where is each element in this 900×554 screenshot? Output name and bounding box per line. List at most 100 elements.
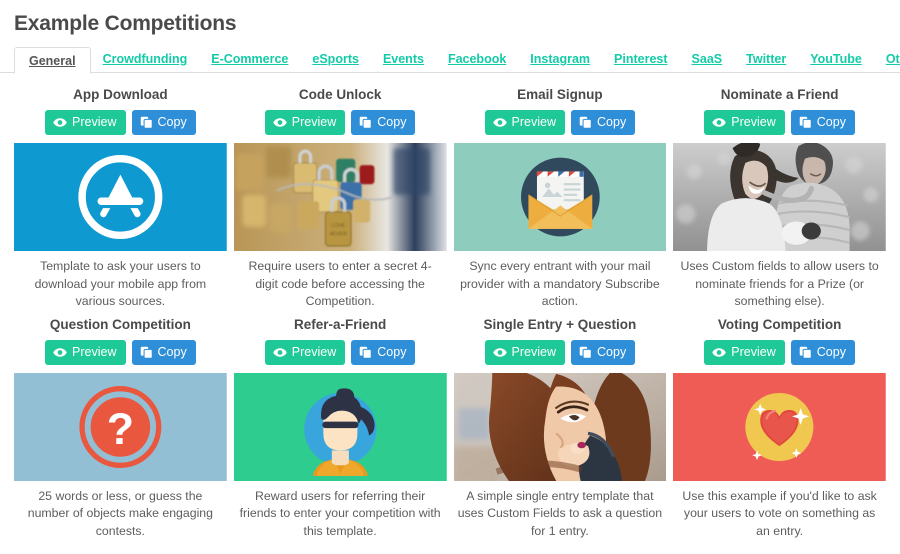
preview-button[interactable]: Preview: [484, 110, 566, 135]
copy-button[interactable]: Copy: [790, 339, 855, 365]
copy-icon: [799, 346, 812, 359]
copy-icon: [799, 116, 812, 129]
card-description: Use this example if you'd like to ask yo…: [682, 488, 877, 538]
tab-other-networks[interactable]: Other Networks: [874, 46, 900, 73]
page-root: Example Competitions General Crowdfunding…: [0, 0, 900, 554]
template-card-email-signup: Email Signup Preview Copy Sync every entran…: [453, 81, 667, 311]
card-thumbnail-couple-photo[interactable]: [673, 143, 886, 251]
preview-button[interactable]: Preview: [484, 339, 566, 365]
eye-icon: [273, 117, 287, 128]
copy-icon: [579, 346, 592, 359]
card-thumbnail-heart-badge-icon[interactable]: [673, 372, 886, 481]
preview-button-label: Preview: [731, 344, 776, 359]
card-title: App Download: [73, 87, 168, 102]
tab-esports[interactable]: eSports: [300, 46, 371, 73]
page-title: Example Competitions: [14, 12, 237, 35]
card-actions: Preview Copy: [234, 339, 447, 365]
copy-button-label: Copy: [157, 115, 187, 130]
tab-saas[interactable]: SaaS: [680, 46, 735, 73]
card-actions: Preview Copy: [14, 110, 227, 135]
card-thumbnail-open-envelope-icon[interactable]: [453, 143, 667, 251]
card-title: Refer-a-Friend: [293, 316, 387, 332]
template-card-refer-a-friend: Refer-a-Friend Preview Copy Reward users fo…: [233, 311, 447, 541]
preview-button[interactable]: Preview: [264, 110, 346, 135]
copy-button-label: Copy: [816, 115, 846, 130]
template-card-question-competition: Question Competition Preview Copy? 25 words…: [14, 311, 227, 541]
tab-youtube[interactable]: YouTube: [798, 46, 874, 73]
card-thumbnail-question-mark-icon[interactable]: ?: [14, 372, 227, 481]
copy-button[interactable]: Copy: [131, 339, 196, 365]
card-actions: Preview Copy: [673, 339, 886, 365]
card-actions: Preview Copy: [673, 110, 886, 135]
copy-button[interactable]: Copy: [571, 110, 636, 135]
tab-facebook[interactable]: Facebook: [436, 46, 518, 73]
card-title: Email Signup: [517, 87, 603, 102]
template-grid: App Download Preview Copy Template to ask y…: [0, 81, 900, 540]
copy-button-label: Copy: [157, 344, 187, 359]
copy-button-label: Copy: [597, 115, 627, 130]
card-description: Uses Custom fields to allow users to nom…: [680, 259, 879, 308]
card-thumbnail-person-avatar-icon[interactable]: [233, 372, 447, 481]
card-thumbnail-app-store-icon[interactable]: [14, 143, 227, 251]
card-thumbnail-woman-on-phone-photo[interactable]: [453, 372, 667, 481]
copy-icon: [140, 346, 153, 359]
eye-icon: [712, 117, 727, 128]
copy-button[interactable]: Copy: [351, 339, 416, 365]
copy-icon: [140, 116, 153, 129]
preview-button-label: Preview: [291, 344, 337, 359]
svg-text:4EVER: 4EVER: [329, 231, 347, 237]
tab-pinterest[interactable]: Pinterest: [602, 46, 680, 73]
eye-icon: [53, 347, 67, 358]
card-title: Single Entry + Question: [483, 316, 637, 332]
preview-button[interactable]: Preview: [704, 339, 785, 365]
eye-icon: [273, 347, 287, 358]
copy-button-label: Copy: [377, 344, 407, 359]
svg-text:LOVE: LOVE: [331, 223, 346, 229]
card-description: Sync every entrant with your mail provid…: [460, 259, 660, 308]
template-card-voting-competition: Voting Competition Preview Copy Use this ex…: [673, 311, 886, 541]
template-card-single-entry-question: Single Entry + Question Preview Copy A simp…: [453, 311, 667, 541]
card-description: Template to ask your users to download y…: [34, 259, 207, 308]
template-card-code-unlock: Code Unlock Preview Copy LOVE 4EVER Require u…: [233, 81, 447, 311]
preview-button[interactable]: Preview: [704, 110, 785, 135]
card-description: A simple single entry template that uses…: [457, 488, 663, 538]
tab-bar: General Crowdfunding E-Commerce eSports Even…: [0, 46, 900, 74]
preview-button[interactable]: Preview: [45, 339, 126, 365]
copy-button-label: Copy: [377, 115, 407, 130]
eye-icon: [492, 347, 507, 358]
tab-instagram[interactable]: Instagram: [518, 46, 602, 73]
preview-button[interactable]: Preview: [45, 110, 126, 135]
tab-e-commerce[interactable]: E-Commerce: [199, 46, 300, 73]
tab-general[interactable]: General: [14, 47, 91, 74]
copy-button-label: Copy: [816, 344, 846, 359]
card-actions: Preview Copy: [454, 110, 667, 135]
copy-button[interactable]: Copy: [131, 110, 196, 135]
copy-icon: [359, 116, 373, 129]
preview-button-label: Preview: [72, 115, 117, 130]
card-title: Question Competition: [49, 316, 191, 332]
preview-button-label: Preview: [72, 344, 117, 359]
tab-events[interactable]: Events: [371, 46, 436, 73]
eye-icon: [53, 117, 67, 128]
card-title: Voting Competition: [717, 316, 842, 332]
copy-button[interactable]: Copy: [571, 339, 636, 365]
card-thumbnail-padlocks-photo[interactable]: LOVE 4EVER: [233, 143, 447, 251]
preview-button[interactable]: Preview: [264, 339, 346, 365]
copy-button[interactable]: Copy: [351, 110, 416, 135]
svg-text:?: ?: [107, 405, 134, 454]
card-description: Require users to enter a secret 4-digit …: [248, 259, 432, 308]
eye-icon: [712, 347, 727, 358]
card-actions: Preview Copy: [234, 110, 447, 135]
preview-button-label: Preview: [291, 115, 337, 130]
template-card-nominate-a-friend: Nominate a Friend Preview Copy Uses Custom …: [673, 81, 886, 311]
template-card-app-download: App Download Preview Copy Template to ask y…: [14, 81, 227, 311]
copy-button-label: Copy: [597, 344, 627, 359]
eye-icon: [492, 117, 507, 128]
copy-icon: [359, 346, 373, 359]
tab-twitter[interactable]: Twitter: [734, 46, 798, 73]
card-title: Code Unlock: [298, 87, 382, 102]
preview-button-label: Preview: [511, 115, 557, 130]
copy-button[interactable]: Copy: [790, 110, 855, 135]
preview-button-label: Preview: [511, 344, 557, 359]
tab-crowdfunding[interactable]: Crowdfunding: [91, 46, 200, 73]
